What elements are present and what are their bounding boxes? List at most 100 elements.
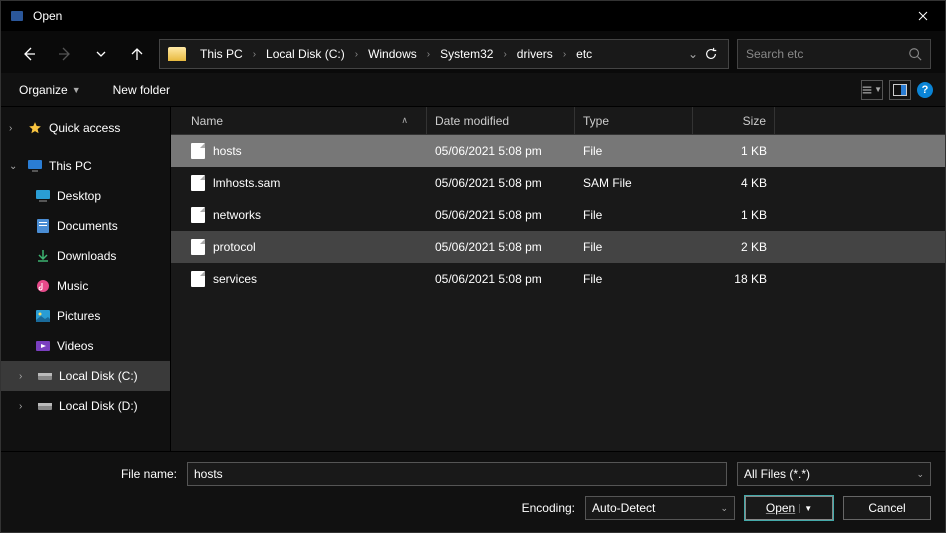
- file-type: File: [575, 144, 693, 158]
- file-row[interactable]: protocol05/06/2021 5:08 pmFile2 KB: [171, 231, 945, 263]
- chevron-down-icon: ⌄: [9, 161, 21, 172]
- chevron-right-icon: ›: [9, 123, 21, 134]
- forward-button[interactable]: [51, 40, 79, 68]
- tree-item-local-disk-d[interactable]: › Local Disk (D:): [1, 391, 170, 421]
- file-size: 2 KB: [693, 240, 775, 254]
- tree-label: Videos: [57, 339, 93, 353]
- file-type: SAM File: [575, 176, 693, 190]
- refresh-icon[interactable]: [704, 47, 718, 61]
- tree-item-quick-access[interactable]: › Quick access: [1, 113, 170, 143]
- file-icon: [191, 271, 205, 287]
- chevron-down-icon: ⌄: [916, 469, 924, 480]
- open-dialog: Open This PC › Local Disk (C:) › Windows › …: [0, 0, 946, 533]
- chevron-down-icon: ⌄: [720, 503, 728, 514]
- column-header-size[interactable]: Size: [693, 107, 775, 134]
- tree-label: Local Disk (C:): [59, 369, 138, 383]
- tree-label: This PC: [49, 159, 92, 173]
- tree-item-desktop[interactable]: Desktop: [1, 181, 170, 211]
- pictures-icon: [35, 308, 51, 324]
- encoding-label: Encoding:: [522, 501, 575, 515]
- file-name: hosts: [213, 144, 242, 158]
- file-date: 05/06/2021 5:08 pm: [427, 272, 575, 286]
- encoding-select[interactable]: Auto-Detect ⌄: [585, 496, 735, 520]
- column-header-name[interactable]: Name ∧: [183, 107, 427, 134]
- tree-label: Desktop: [57, 189, 101, 203]
- file-icon: [191, 175, 205, 191]
- drive-icon: [37, 368, 53, 384]
- file-name: protocol: [213, 240, 256, 254]
- search-icon: [908, 47, 922, 61]
- recent-locations-button[interactable]: [87, 40, 115, 68]
- search-input[interactable]: [746, 47, 908, 61]
- file-icon: [191, 207, 205, 223]
- column-headers: Name ∧ Date modified Type Size: [171, 107, 945, 135]
- preview-pane-button[interactable]: [889, 80, 911, 100]
- file-row[interactable]: lmhosts.sam05/06/2021 5:08 pmSAM File4 K…: [171, 167, 945, 199]
- tree-label: Local Disk (D:): [59, 399, 138, 413]
- sort-ascending-icon: ∧: [401, 115, 408, 126]
- up-button[interactable]: [123, 40, 151, 68]
- new-folder-label: New folder: [113, 83, 170, 97]
- chevron-right-icon: ›: [355, 49, 358, 60]
- chevron-right-icon: ›: [19, 401, 31, 412]
- view-options-button[interactable]: ▼: [861, 80, 883, 100]
- videos-icon: [35, 338, 51, 354]
- column-header-type[interactable]: Type: [575, 107, 693, 134]
- tree-item-music[interactable]: Music: [1, 271, 170, 301]
- encoding-value: Auto-Detect: [592, 501, 655, 515]
- organize-label: Organize: [19, 83, 68, 97]
- filename-label: File name:: [15, 467, 177, 481]
- filename-input[interactable]: [187, 462, 727, 486]
- chevron-down-icon: ▼: [72, 85, 81, 95]
- breadcrumb-item[interactable]: This PC: [194, 47, 249, 61]
- file-type: File: [575, 240, 693, 254]
- chevron-right-icon: ›: [503, 49, 506, 60]
- chevron-down-icon[interactable]: ⌄: [688, 47, 698, 61]
- app-icon: [9, 8, 25, 24]
- close-button[interactable]: [900, 1, 945, 31]
- file-type-filter[interactable]: All Files (*.*) ⌄: [737, 462, 931, 486]
- file-row[interactable]: hosts05/06/2021 5:08 pmFile1 KB: [171, 135, 945, 167]
- arrow-left-icon: [21, 46, 37, 62]
- tree-item-downloads[interactable]: Downloads: [1, 241, 170, 271]
- file-list[interactable]: hosts05/06/2021 5:08 pmFile1 KBlmhosts.s…: [171, 135, 945, 295]
- tree-item-local-disk-c[interactable]: › Local Disk (C:): [1, 361, 170, 391]
- breadcrumb-item[interactable]: System32: [434, 47, 499, 61]
- file-row[interactable]: networks05/06/2021 5:08 pmFile1 KB: [171, 199, 945, 231]
- tree-label: Documents: [57, 219, 118, 233]
- breadcrumb-item[interactable]: drivers: [511, 47, 559, 61]
- organize-button[interactable]: Organize ▼: [13, 79, 87, 101]
- cancel-button[interactable]: Cancel: [843, 496, 931, 520]
- file-row[interactable]: services 05/06/2021 5:08 pmFile18 KB: [171, 263, 945, 295]
- new-folder-button[interactable]: New folder: [107, 79, 176, 101]
- file-type: File: [575, 272, 693, 286]
- tree-label: Downloads: [57, 249, 116, 263]
- downloads-icon: [35, 248, 51, 264]
- address-bar[interactable]: This PC › Local Disk (C:) › Windows › Syste…: [159, 39, 729, 69]
- tree-label: Pictures: [57, 309, 100, 323]
- file-size: 1 KB: [693, 144, 775, 158]
- tree-item-this-pc[interactable]: ⌄ This PC: [1, 151, 170, 181]
- breadcrumb-item[interactable]: Local Disk (C:): [260, 47, 351, 61]
- search-box[interactable]: [737, 39, 931, 69]
- documents-icon: [35, 218, 51, 234]
- help-button[interactable]: ?: [917, 82, 933, 98]
- desktop-icon: [35, 188, 51, 204]
- window-title: Open: [33, 9, 62, 23]
- chevron-right-icon: ›: [253, 49, 256, 60]
- file-size: 18 KB: [693, 272, 775, 286]
- tree-item-videos[interactable]: Videos: [1, 331, 170, 361]
- open-button[interactable]: Open ▼: [745, 496, 833, 520]
- star-icon: [27, 120, 43, 136]
- tree-item-documents[interactable]: Documents: [1, 211, 170, 241]
- column-header-date[interactable]: Date modified: [427, 107, 575, 134]
- file-name: services: [213, 272, 257, 286]
- tree-item-pictures[interactable]: Pictures: [1, 301, 170, 331]
- file-name: lmhosts.sam: [213, 176, 280, 190]
- breadcrumb-item[interactable]: Windows: [362, 47, 423, 61]
- back-button[interactable]: [15, 40, 43, 68]
- file-type: File: [575, 208, 693, 222]
- breadcrumb-item[interactable]: etc: [570, 47, 598, 61]
- dialog-footer: File name: All Files (*.*) ⌄ Encoding: A…: [1, 451, 945, 532]
- content-area: › Quick access ⌄ This PC Desktop: [1, 107, 945, 451]
